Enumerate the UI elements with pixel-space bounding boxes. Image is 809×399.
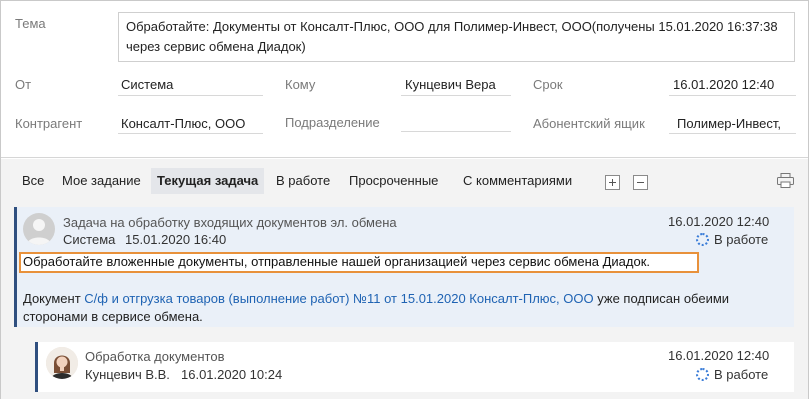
tab-my-assignment[interactable]: Мое задание: [56, 168, 147, 194]
in-progress-icon: [696, 368, 709, 381]
status-badge: В работе: [696, 232, 768, 247]
document-link[interactable]: С/ф и отгрузка товаров (выполнение работ…: [84, 291, 593, 306]
mailbox-field[interactable]: Полимер-Инвест,: [677, 116, 796, 131]
from-label: От: [15, 77, 32, 92]
print-icon[interactable]: [777, 173, 794, 188]
deadline-field[interactable]: 16.01.2020 12:40: [673, 77, 798, 92]
user-placeholder-icon: [27, 219, 51, 245]
deadline-label: Срок: [533, 77, 563, 92]
counterparty-underline: [118, 133, 263, 134]
to-label: Кому: [285, 77, 316, 92]
task-message: Обработайте вложенные документы, отправл…: [23, 254, 650, 269]
document-prefix: Документ: [23, 291, 85, 306]
department-label: Подразделение: [285, 115, 380, 130]
counterparty-field[interactable]: Консалт-Плюс, ООО: [121, 116, 263, 131]
tab-all[interactable]: Все: [16, 168, 50, 194]
mailbox-underline: [669, 133, 796, 134]
subject-label: Тема: [15, 16, 46, 31]
avatar: [46, 347, 78, 379]
counterparty-label: Контрагент: [15, 116, 83, 131]
in-progress-icon: [696, 233, 709, 246]
from-underline: [118, 95, 263, 96]
mailbox-label: Абонентский ящик: [533, 116, 645, 131]
status-text: В работе: [714, 232, 769, 247]
feed-tabs: Все Мое задание Текущая задача В работе …: [1, 159, 808, 199]
task-author: Система: [63, 232, 116, 247]
subtask-deadline: 16.01.2020 12:40: [668, 348, 770, 363]
user-photo-icon: [46, 347, 78, 379]
task-window: Тема Обработайте: Документы от Консалт-П…: [0, 0, 809, 399]
status-text: В работе: [714, 367, 769, 382]
expand-all-icon[interactable]: [605, 175, 620, 190]
subtask-datetime: 16.01.2020 10:24: [181, 367, 283, 382]
task-title[interactable]: Задача на обработку входящих документов …: [63, 215, 397, 230]
to-field[interactable]: Кунцевич Вера: [405, 77, 511, 92]
deadline-underline: [669, 95, 796, 96]
task-deadline: 16.01.2020 12:40: [668, 214, 770, 229]
from-field[interactable]: Система: [121, 77, 261, 92]
avatar: [23, 213, 55, 245]
document-note: Документ С/ф и отгрузка товаров (выполне…: [23, 290, 793, 326]
status-badge: В работе: [696, 367, 768, 382]
subtask-author: Кунцевич В.В.: [85, 367, 170, 382]
task-form: Тема Обработайте: Документы от Консалт-П…: [1, 1, 808, 158]
subtask-title[interactable]: Обработка документов: [85, 349, 224, 364]
to-underline: [401, 95, 511, 96]
department-underline: [401, 131, 511, 132]
tab-with-comments[interactable]: С комментариями: [457, 168, 578, 194]
tab-overdue[interactable]: Просроченные: [343, 168, 444, 194]
task-datetime: 15.01.2020 16:40: [125, 232, 227, 247]
tab-in-progress[interactable]: В работе: [270, 168, 336, 194]
collapse-all-icon[interactable]: [633, 175, 648, 190]
tab-current-task[interactable]: Текущая задача: [151, 168, 265, 194]
subject-field[interactable]: Обработайте: Документы от Консалт-Плюс, …: [118, 12, 795, 62]
